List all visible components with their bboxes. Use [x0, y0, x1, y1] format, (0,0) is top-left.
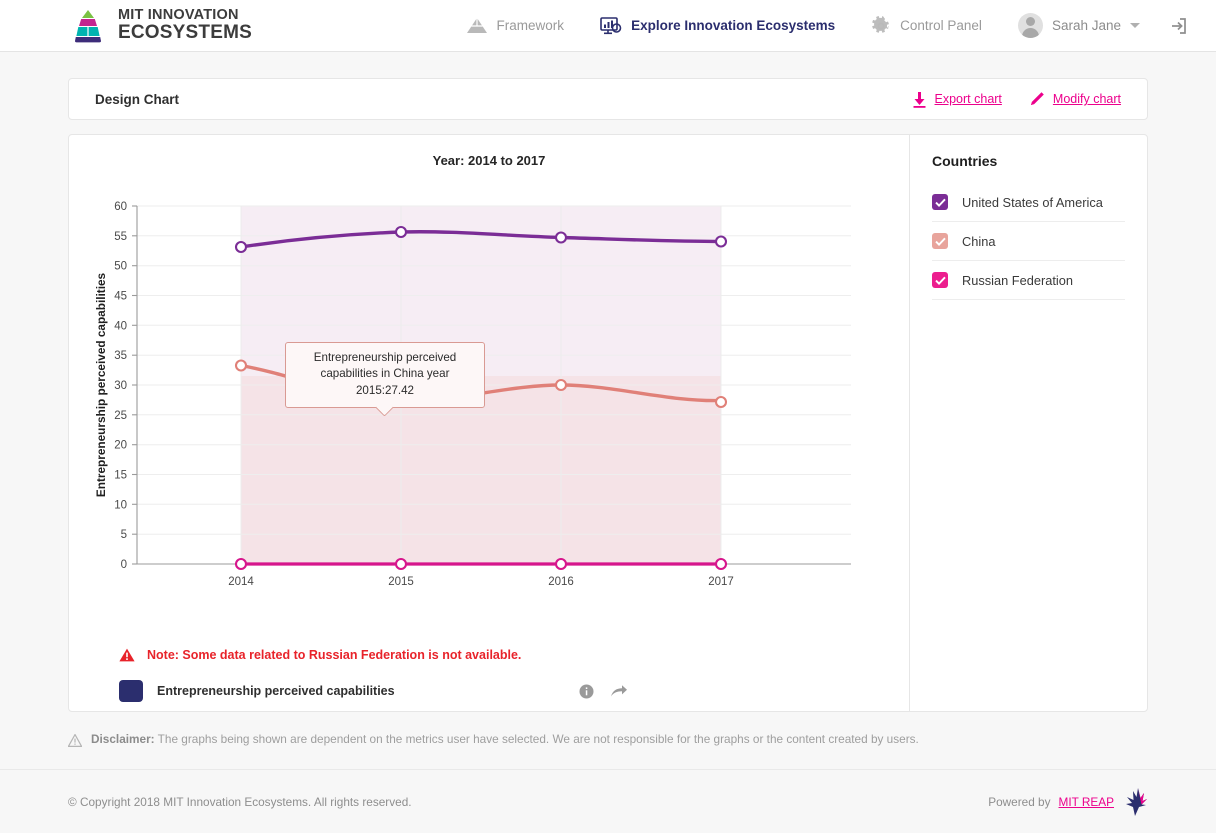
user-name: Sarah Jane — [1051, 18, 1121, 33]
check-icon — [934, 198, 946, 207]
nav-label-framework: Framework — [496, 18, 565, 33]
chart-card: Year: 2014 to 2017 60 55 50 45 40 35 30 … — [68, 134, 1148, 712]
svg-text:40: 40 — [114, 320, 127, 332]
mit-reap-link[interactable]: MIT REAP — [1059, 795, 1115, 809]
svg-text:2017: 2017 — [708, 576, 734, 588]
check-icon — [934, 237, 946, 246]
download-icon — [913, 91, 926, 108]
checkbox-china[interactable] — [932, 233, 948, 249]
svg-text:50: 50 — [114, 261, 127, 273]
page-body: Design Chart Export chart Modify chart Y… — [0, 52, 1216, 747]
tooltip-line-3: 2015:27.42 — [355, 383, 415, 397]
chart-note-text: Note: Some data related to Russian Feder… — [147, 648, 522, 662]
copyright-text: © Copyright 2018 MIT Innovation Ecosyste… — [68, 794, 412, 809]
disclaimer-text: Disclaimer: The graphs being shown are d… — [91, 732, 919, 747]
svg-text:2015: 2015 — [388, 576, 414, 588]
chart-header-actions: Export chart Modify chart — [912, 91, 1121, 108]
chart-note: Note: Some data related to Russian Feder… — [119, 648, 889, 662]
disclaimer-body: The graphs being shown are dependent on … — [154, 732, 919, 746]
chart-plot-area[interactable]: 60 55 50 45 40 35 30 25 20 15 10 5 0 201… — [89, 176, 889, 606]
svg-text:55: 55 — [114, 231, 127, 243]
nav-label-explore: Explore Innovation Ecosystems — [631, 18, 836, 33]
pencil-icon — [1030, 91, 1044, 105]
svg-text:15: 15 — [114, 470, 127, 482]
page-footer: © Copyright 2018 MIT Innovation Ecosyste… — [0, 769, 1216, 833]
disclaimer-bold: Disclaimer: — [91, 732, 155, 746]
nav-item-control-panel[interactable]: Control Panel — [853, 15, 1000, 36]
svg-text:5: 5 — [121, 529, 127, 541]
top-navigation-bar: MIT INNOVATION ECOSYSTEMS Framework Expl… — [0, 0, 1216, 52]
chart-title: Year: 2014 to 2017 — [432, 153, 546, 168]
warning-triangle-icon — [68, 734, 82, 747]
country-label-united-states-of-america: United States of America — [962, 194, 1103, 210]
metric-color-swatch — [119, 680, 143, 702]
svg-text:2016: 2016 — [548, 576, 574, 588]
country-label-russian-federation: Russian Federation — [962, 272, 1073, 288]
user-menu[interactable]: Sarah Jane — [1000, 13, 1150, 38]
x-axis-tick-labels: 2014 2015 2016 2017 — [228, 576, 734, 588]
brand-line-1: MIT INNOVATION — [118, 7, 239, 24]
country-label-china: China — [962, 233, 996, 249]
nav-label-control-panel: Control Panel — [900, 18, 982, 33]
export-chart-label: Export chart — [934, 92, 1002, 106]
y-axis-title: Entrepreneurship perceived capabilities — [94, 272, 108, 497]
svg-text:0: 0 — [121, 559, 127, 571]
y-axis-ticks — [132, 205, 137, 565]
brand-text: MIT INNOVATION ECOSYSTEMS — [118, 8, 252, 42]
svg-text:30: 30 — [114, 380, 127, 392]
disclaimer: Disclaimer: The graphs being shown are d… — [68, 712, 1148, 747]
checkbox-united-states-of-america[interactable] — [932, 194, 948, 210]
powered-by-label: Powered by — [988, 794, 1051, 809]
modify-chart-label: Modify chart — [1052, 92, 1121, 106]
tooltip-line-2: capabilities in China year — [320, 367, 450, 381]
countries-panel: Countries United States of America China — [909, 135, 1147, 711]
svg-text:25: 25 — [114, 410, 127, 422]
svg-text:10: 10 — [114, 499, 127, 511]
chart-tooltip: Entrepreneurship perceived capabilities … — [285, 342, 485, 409]
powered-by: Powered by MIT REAP — [988, 787, 1148, 817]
gear-icon — [872, 15, 889, 33]
main-nav: Framework Explore Innovation Ecosystems … — [448, 13, 1192, 38]
page-title: Design Chart — [95, 91, 180, 107]
share-arrow-icon[interactable] — [610, 684, 628, 698]
mit-reap-logo-icon — [1126, 787, 1147, 816]
logout-button[interactable] — [1150, 16, 1192, 36]
y-axis-tick-labels: 60 55 50 45 40 35 30 25 20 15 10 5 0 — [114, 201, 127, 571]
mit-innovation-ecosystems-logo-icon — [75, 9, 101, 42]
metric-actions — [579, 684, 628, 699]
export-chart-button[interactable]: Export chart — [912, 91, 1002, 108]
avatar — [1017, 13, 1043, 38]
pyramid-icon — [466, 17, 487, 33]
check-icon — [934, 276, 946, 285]
country-row-russian-federation[interactable]: Russian Federation — [932, 261, 1125, 300]
tooltip-line-1: Entrepreneurship perceived — [313, 351, 457, 364]
countries-panel-title: Countries — [932, 153, 998, 169]
svg-text:35: 35 — [114, 350, 127, 362]
chart-metric-legend: Entrepreneurship perceived capabilities — [119, 680, 889, 702]
chevron-down-icon — [1130, 23, 1140, 28]
logout-icon — [1172, 17, 1186, 34]
modify-chart-button[interactable]: Modify chart — [1028, 91, 1121, 108]
svg-text:20: 20 — [114, 440, 127, 452]
checkbox-russian-federation[interactable] — [932, 272, 948, 288]
country-row-united-states-of-america[interactable]: United States of America — [932, 183, 1125, 222]
line-chart-svg[interactable]: 60 55 50 45 40 35 30 25 20 15 10 5 0 201… — [89, 176, 889, 606]
warning-triangle-icon — [119, 648, 135, 662]
metric-label: Entrepreneurship perceived capabilities — [157, 684, 395, 698]
brand-line-2: ECOSYSTEMS — [118, 22, 252, 44]
chart-pane: Year: 2014 to 2017 60 55 50 45 40 35 30 … — [69, 135, 909, 711]
svg-text:2014: 2014 — [228, 576, 254, 588]
chart-monitor-icon — [600, 16, 622, 34]
country-row-china[interactable]: China — [932, 222, 1125, 261]
nav-item-framework[interactable]: Framework — [448, 17, 583, 35]
svg-text:60: 60 — [114, 201, 127, 213]
info-icon[interactable] — [579, 684, 594, 699]
svg-text:45: 45 — [114, 291, 127, 303]
design-chart-header-card: Design Chart Export chart Modify chart — [68, 78, 1148, 120]
brand-logo-link[interactable]: MIT INNOVATION ECOSYSTEMS — [68, 8, 252, 43]
nav-item-explore-innovation-ecosystems[interactable]: Explore Innovation Ecosystems — [582, 16, 853, 35]
